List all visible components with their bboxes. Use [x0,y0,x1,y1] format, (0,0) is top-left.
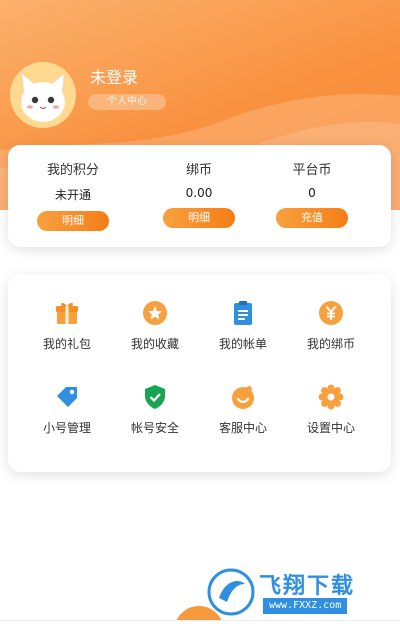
menu-label: 我的帐单 [218,337,267,351]
menu-item-bound-coins[interactable]: 我的绑币 [288,300,374,352]
points-value: 未开通 [54,188,91,202]
gift-icon [56,302,78,324]
profile-center-button[interactable]: 个人中心 [88,94,166,110]
bill-icon [234,301,252,325]
points-column-platform-coin: 平台币 0 充值 [252,145,372,228]
star-icon [143,301,167,325]
shield-icon [145,385,165,409]
watermark-title: 飞翔下载 [259,574,356,599]
points-value: 0.00 [185,186,213,200]
watermark: 飞翔下载 www.FXXZ.com [207,566,392,622]
cat-avatar-icon [10,62,76,128]
points-label: 绑币 [185,163,212,178]
menu-item-bills[interactable]: 我的帐单 [200,300,286,352]
points-label: 我的积分 [46,163,99,178]
points-column-bound-coin: 绑币 0.00 明细 [139,145,259,228]
menu-label: 我的礼包 [42,337,91,351]
watermark-url: www.FXXZ.com [263,598,348,614]
menu-item-customer-service[interactable]: 客服中心 [200,384,286,436]
recharge-button[interactable]: 充值 [276,208,348,228]
tag-icon [57,387,77,407]
menu-label: 帐号安全 [130,421,179,435]
integral-detail-button[interactable]: 明细 [37,211,109,231]
menu-label: 客服中心 [218,421,267,435]
menu-item-account-security[interactable]: 帐号安全 [112,384,198,436]
username-label[interactable]: 未登录 [90,64,138,88]
points-value: 0 [308,186,316,200]
menu-item-favorites[interactable]: 我的收藏 [112,300,198,352]
menu-item-settings[interactable]: 设置中心 [288,384,374,436]
menu-label: 设置中心 [306,421,355,435]
menu-label: 我的绑币 [306,337,355,351]
menu-grid: 我的礼包 我的收藏 我的帐单 我的绑币 小号管理 帐号安全 客服中心 设置中心 [8,274,391,472]
points-card: 我的积分 未开通 明细 绑币 0.00 明细 平台币 0 充值 [8,145,391,247]
menu-label: 我的收藏 [130,337,179,351]
menu-item-sub-accounts[interactable]: 小号管理 [24,384,110,436]
gear-icon [318,384,344,410]
watermark-logo-icon [207,568,255,616]
points-column-integral: 我的积分 未开通 明细 [13,145,133,231]
bound-coin-detail-button[interactable]: 明细 [163,208,235,228]
menu-label: 小号管理 [42,421,91,435]
menu-card: 我的礼包 我的收藏 我的帐单 我的绑币 小号管理 帐号安全 客服中心 设置中心 [8,274,391,472]
service-icon [232,386,254,409]
yen-icon [319,301,343,325]
points-label: 平台币 [292,163,332,178]
menu-item-gifts[interactable]: 我的礼包 [24,300,110,352]
avatar[interactable] [10,62,76,128]
